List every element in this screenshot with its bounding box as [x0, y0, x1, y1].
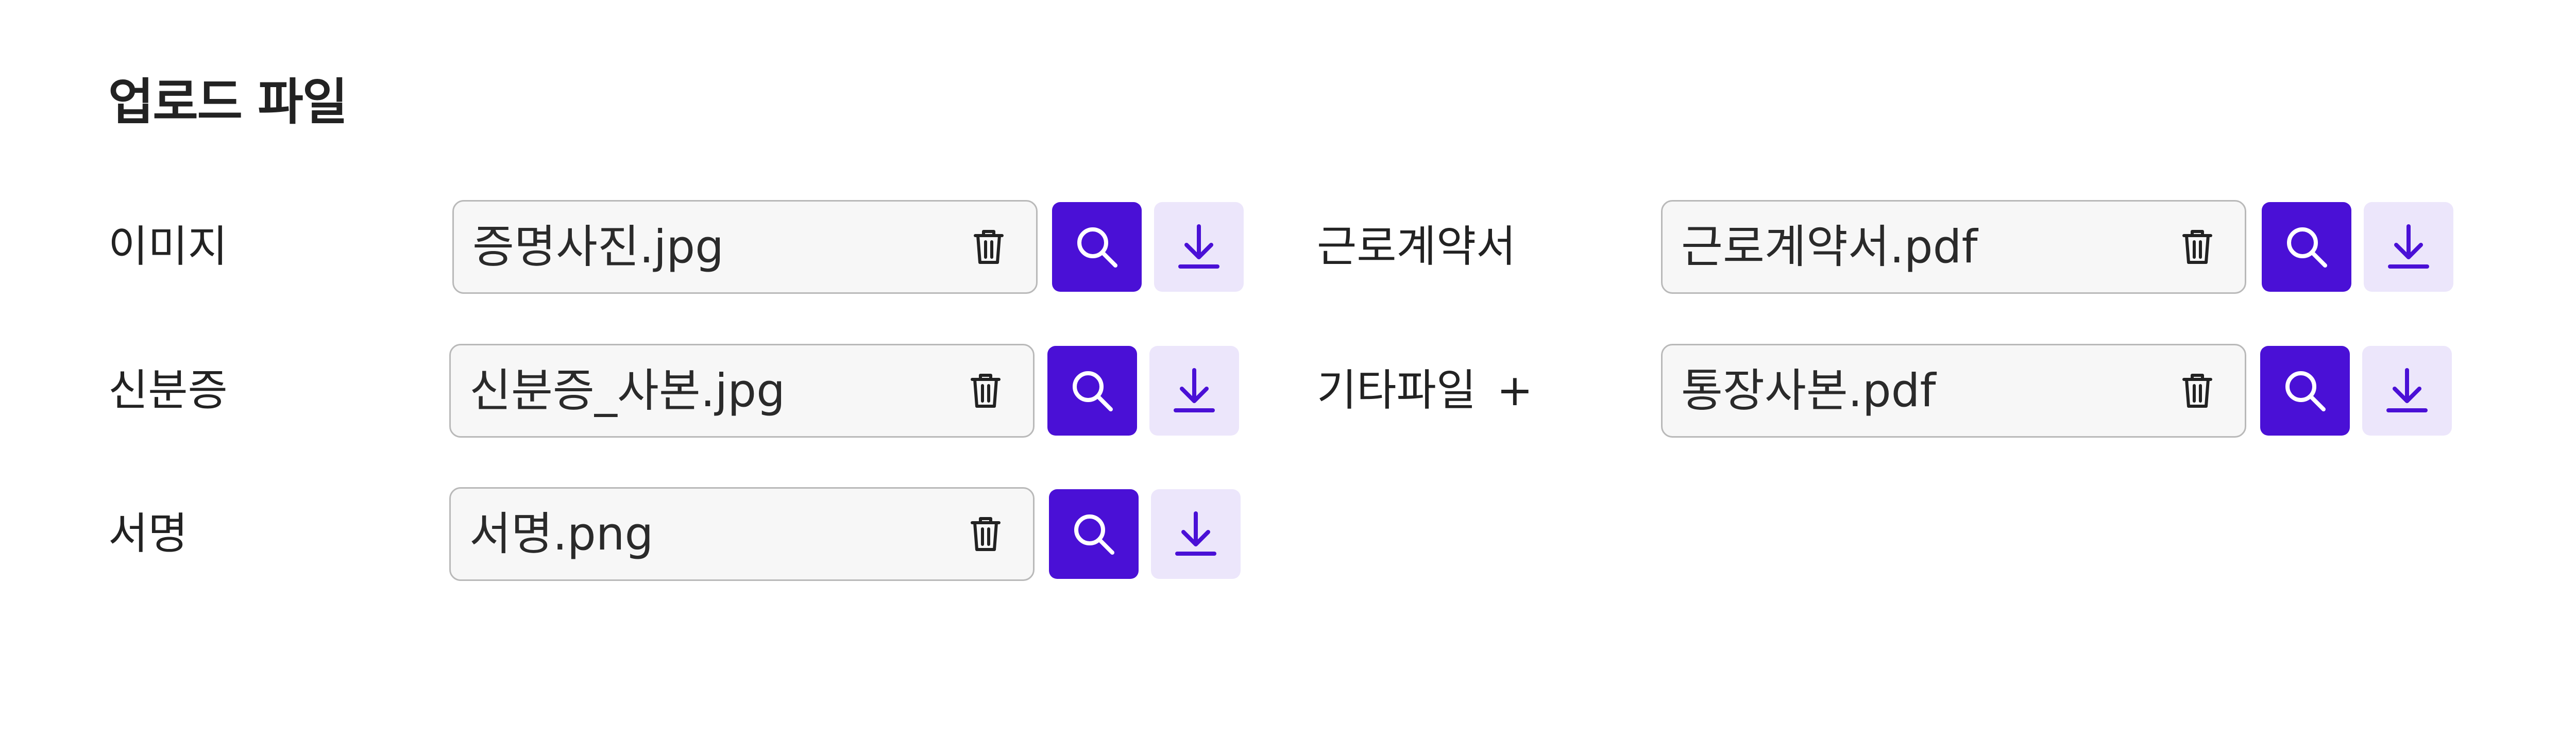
search-icon	[1077, 227, 1117, 268]
add-file-button[interactable]: +	[1497, 365, 1533, 415]
download-button[interactable]	[1154, 202, 1244, 292]
trash-icon[interactable]	[970, 515, 1001, 553]
file-name: 신분증_사본.jpg	[469, 364, 785, 417]
file-field-image[interactable]: 증명사진.jpg	[452, 200, 1038, 294]
field-label-image: 이미지	[108, 221, 228, 272]
trash-icon[interactable]	[2182, 228, 2213, 265]
file-name: 근로계약서.pdf	[1681, 220, 1978, 273]
upload-files-panel: 업로드 파일 이미지 증명사진.jpg 신분증 신분증_사본.jpg 서명 서명…	[0, 0, 2576, 732]
file-name: 증명사진.jpg	[472, 220, 724, 273]
file-field-employment-contract[interactable]: 근로계약서.pdf	[1661, 200, 2246, 294]
search-button[interactable]	[2262, 202, 2351, 292]
download-icon	[1174, 368, 1215, 412]
field-label-id-card: 신분증	[108, 365, 228, 415]
search-icon	[1074, 514, 1114, 555]
trash-icon[interactable]	[973, 228, 1004, 265]
field-label-other-files: 기타파일 +	[1317, 369, 1533, 412]
field-label-signature: 서명	[108, 508, 188, 559]
download-icon	[2388, 224, 2429, 269]
section-title: 업로드 파일	[108, 73, 348, 131]
download-icon	[2386, 368, 2428, 412]
download-button[interactable]	[1151, 489, 1241, 579]
search-button[interactable]	[1049, 489, 1139, 579]
download-button[interactable]	[2362, 346, 2452, 436]
file-field-signature[interactable]: 서명.png	[449, 487, 1035, 581]
field-label-employment-contract: 근로계약서	[1317, 221, 1516, 272]
download-button[interactable]	[1149, 346, 1239, 436]
file-name: 서명.png	[469, 507, 654, 560]
search-button[interactable]	[2260, 346, 2350, 436]
download-button[interactable]	[2364, 202, 2453, 292]
file-field-other-files[interactable]: 통장사본.pdf	[1661, 344, 2246, 438]
search-icon	[1073, 371, 1113, 411]
other-files-label-text: 기타파일	[1317, 365, 1477, 415]
download-icon	[1175, 511, 1216, 556]
file-name: 통장사본.pdf	[1681, 364, 1936, 417]
file-field-id-card[interactable]: 신분증_사본.jpg	[449, 344, 1035, 438]
search-icon	[2287, 227, 2327, 268]
download-icon	[1178, 224, 1219, 269]
trash-icon[interactable]	[970, 372, 1001, 409]
search-button[interactable]	[1047, 346, 1137, 436]
trash-icon[interactable]	[2182, 372, 2213, 409]
search-icon	[2285, 371, 2326, 411]
search-button[interactable]	[1052, 202, 1142, 292]
